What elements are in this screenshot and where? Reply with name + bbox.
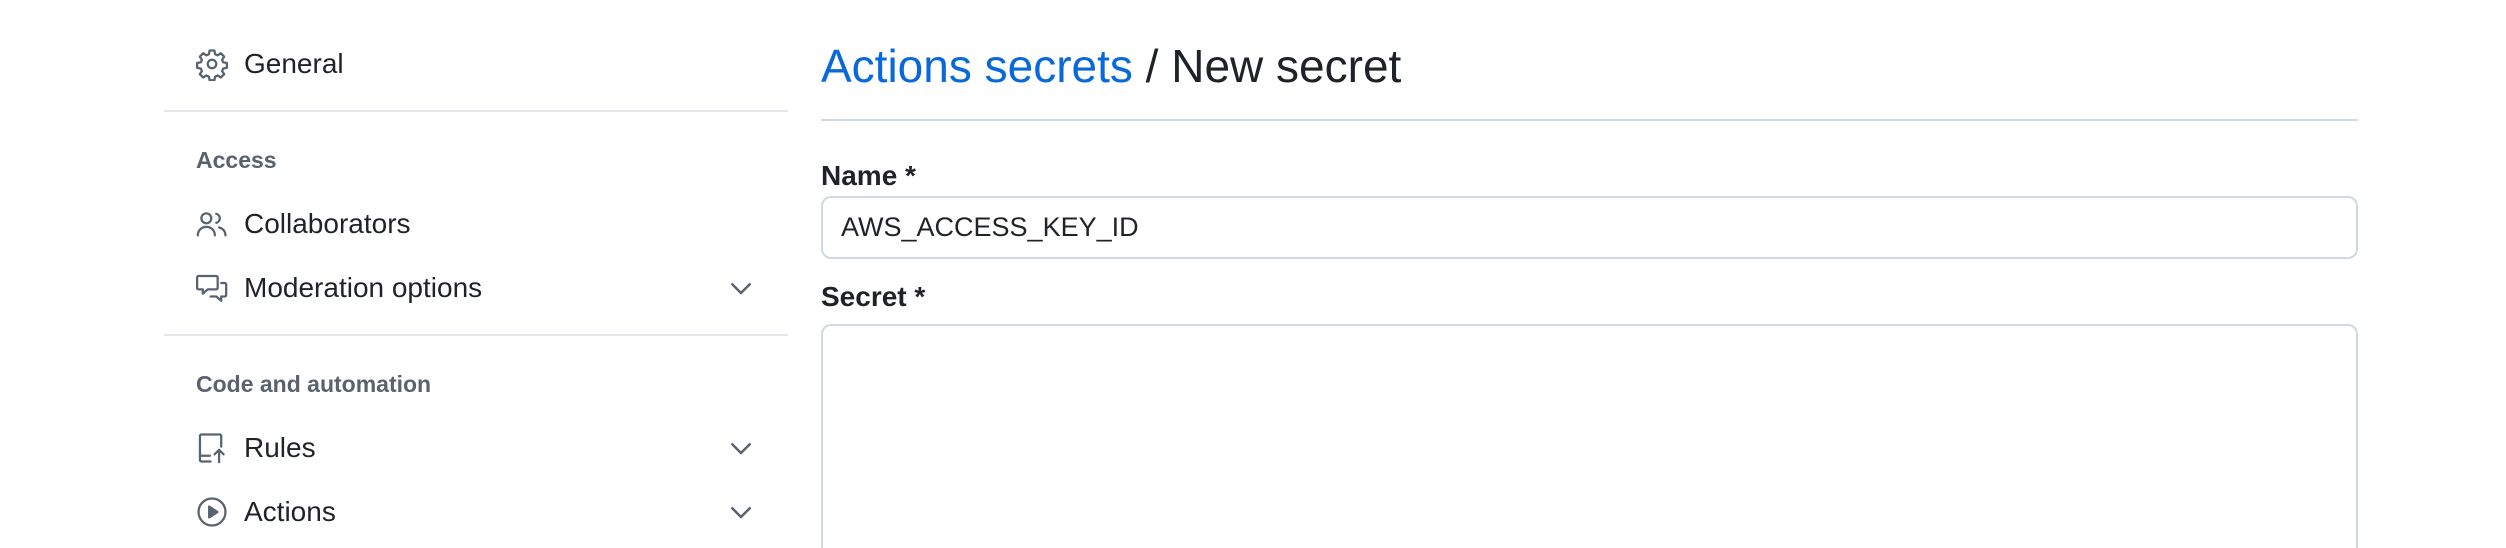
secret-value-textarea[interactable] <box>821 324 2358 548</box>
sidebar-divider <box>164 110 788 112</box>
sidebar-item-label: Moderation options <box>244 272 483 303</box>
title-divider <box>821 119 2358 121</box>
sidebar-item-moderation-options[interactable]: Moderation options <box>164 260 788 316</box>
settings-page: General Access Collaborators Moderation … <box>0 0 2506 548</box>
people-icon <box>194 206 230 242</box>
sidebar-item-general[interactable]: General <box>164 36 788 92</box>
section-heading-access: Access <box>196 147 277 173</box>
play-icon <box>194 494 230 530</box>
breadcrumb-separator: / <box>1132 40 1172 92</box>
breadcrumb-current: New secret <box>1171 40 1402 92</box>
breadcrumb-actions-secrets-link[interactable]: Actions secrets <box>821 40 1133 92</box>
chevron-down-icon[interactable] <box>726 433 756 463</box>
name-field-label: Name * <box>821 160 916 191</box>
sidebar-item-collaborators[interactable]: Collaborators <box>164 196 788 252</box>
chevron-down-icon[interactable] <box>726 497 756 527</box>
sidebar-item-label: Rules <box>244 432 316 463</box>
chevron-down-icon[interactable] <box>726 273 756 303</box>
sidebar-item-label: Actions <box>244 496 336 527</box>
secret-name-input[interactable] <box>821 196 2358 259</box>
gear-icon <box>194 46 230 82</box>
sidebar-item-rules[interactable]: Rules <box>164 420 788 476</box>
sidebar-item-actions[interactable]: Actions <box>164 484 788 540</box>
comment-discussion-icon <box>194 270 230 306</box>
secret-field-label: Secret * <box>821 281 926 312</box>
sidebar-item-label: Collaborators <box>244 208 411 239</box>
page-title: Actions secrets / New secret <box>821 38 1401 94</box>
sidebar-divider <box>164 334 788 336</box>
section-heading-code-and-automation: Code and automation <box>196 371 432 397</box>
repo-push-icon <box>194 430 230 466</box>
sidebar-item-label: General <box>244 48 344 79</box>
